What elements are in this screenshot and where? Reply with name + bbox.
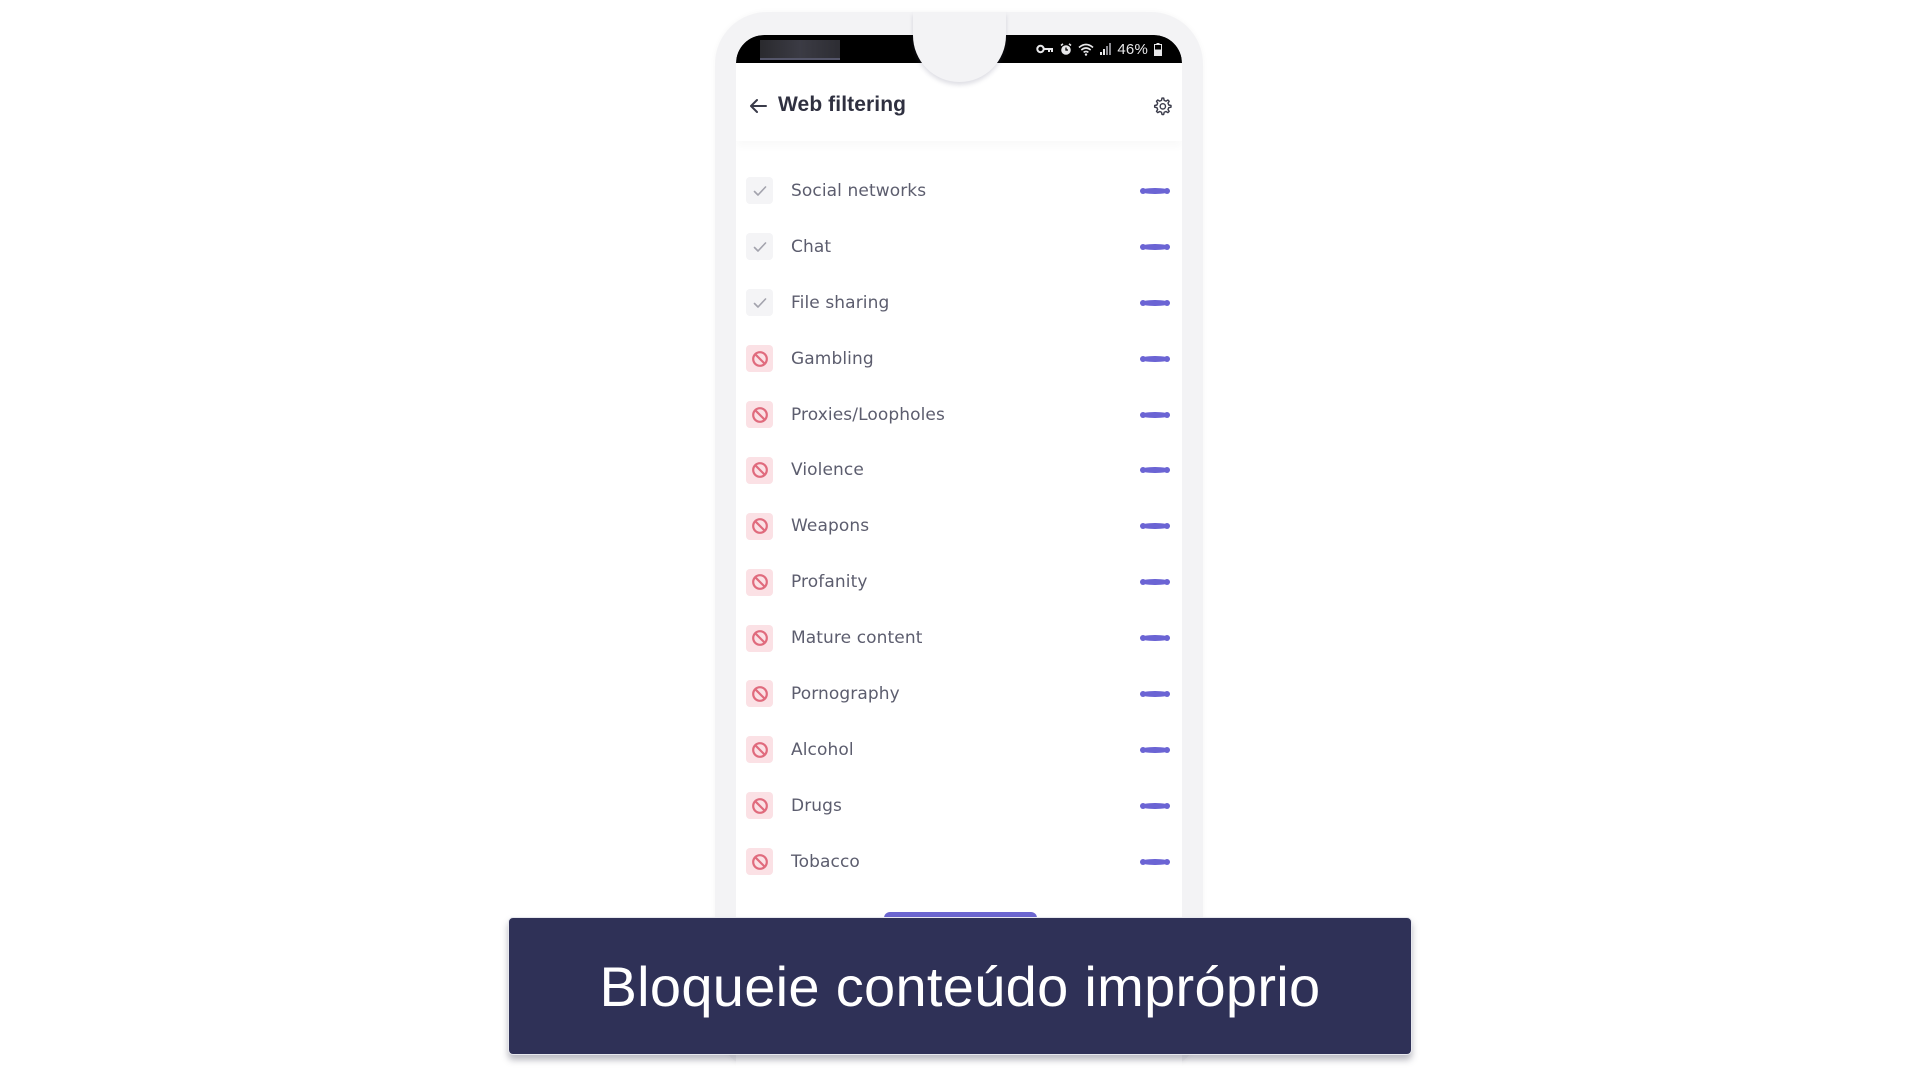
category-row[interactable]: Social networks	[736, 163, 1182, 219]
status-icons: 46%	[1036, 35, 1162, 63]
blocked-status-badge[interactable]	[746, 456, 773, 484]
more-horizontal-icon	[1140, 467, 1170, 474]
category-label: Violence	[791, 460, 864, 481]
block-icon	[751, 629, 769, 647]
vpn-key-icon	[1036, 43, 1054, 55]
more-horizontal-icon	[1140, 523, 1170, 530]
category-label: Proxies/Loopholes	[791, 404, 945, 425]
page-title: Web filtering	[778, 93, 907, 116]
more-options-button[interactable]	[1140, 296, 1170, 310]
gear-icon	[1152, 97, 1172, 120]
category-label: Profanity	[791, 572, 868, 593]
category-label: Tobacco	[791, 851, 860, 872]
status-bar-redacted-area	[760, 40, 840, 60]
category-label: Chat	[791, 236, 832, 257]
caption-banner: Bloqueie conteúdo impróprio	[508, 917, 1412, 1055]
more-horizontal-icon	[1140, 635, 1170, 642]
blocked-status-badge[interactable]	[746, 512, 773, 540]
blocked-status-badge[interactable]	[746, 736, 773, 764]
category-label: Drugs	[791, 795, 843, 816]
more-horizontal-icon	[1140, 355, 1170, 362]
block-icon	[751, 741, 769, 759]
more-options-button[interactable]	[1140, 408, 1170, 422]
check-icon	[753, 241, 767, 253]
more-horizontal-icon	[1140, 858, 1170, 865]
more-options-button[interactable]	[1140, 352, 1170, 366]
blocked-status-badge[interactable]	[746, 401, 773, 428]
category-row[interactable]: Tobacco	[736, 834, 1182, 890]
more-horizontal-icon	[1140, 243, 1170, 250]
settings-button[interactable]	[1152, 96, 1172, 116]
caption-text: Bloqueie conteúdo impróprio	[599, 954, 1321, 1018]
arrow-left-icon	[748, 99, 768, 120]
block-icon	[751, 797, 769, 815]
category-label: Gambling	[791, 348, 874, 369]
blocked-status-badge[interactable]	[746, 848, 773, 876]
more-options-button[interactable]	[1140, 855, 1170, 869]
allowed-status-badge[interactable]	[746, 289, 773, 317]
category-row[interactable]: Drugs	[736, 778, 1182, 834]
category-row[interactable]: Violence	[736, 442, 1182, 498]
signal-icon	[1100, 43, 1112, 55]
more-options-button[interactable]	[1140, 240, 1170, 254]
more-options-button[interactable]	[1140, 799, 1170, 813]
block-icon	[751, 350, 769, 368]
wifi-icon	[1078, 43, 1094, 56]
more-options-button[interactable]	[1140, 463, 1170, 477]
block-icon	[751, 517, 769, 535]
check-icon	[753, 297, 767, 309]
block-icon	[751, 853, 769, 871]
category-row[interactable]: Mature content	[736, 610, 1182, 666]
more-options-button[interactable]	[1140, 519, 1170, 533]
blocked-status-badge[interactable]	[746, 680, 773, 708]
category-row[interactable]: Weapons	[736, 498, 1182, 554]
battery-icon	[1154, 42, 1162, 56]
category-row[interactable]: Gambling	[736, 331, 1182, 387]
allowed-status-badge[interactable]	[746, 177, 773, 205]
more-options-button[interactable]	[1140, 687, 1170, 701]
category-label: Mature content	[791, 628, 923, 649]
category-row[interactable]: Alcohol	[736, 722, 1182, 778]
category-label: Alcohol	[791, 739, 854, 760]
back-button[interactable]	[748, 96, 768, 116]
more-horizontal-icon	[1140, 187, 1170, 194]
blocked-status-badge[interactable]	[746, 624, 773, 652]
blocked-status-badge[interactable]	[746, 568, 773, 596]
category-row[interactable]: Proxies/Loopholes	[736, 387, 1182, 443]
block-icon	[751, 461, 769, 479]
more-options-button[interactable]	[1140, 743, 1170, 757]
category-row[interactable]: Pornography	[736, 666, 1182, 722]
category-label: Weapons	[791, 516, 870, 537]
category-label: Pornography	[791, 683, 900, 704]
category-label: File sharing	[791, 292, 890, 313]
category-list: Social networks Chat File sharing Gambling P…	[736, 163, 1182, 890]
blocked-status-badge[interactable]	[746, 345, 773, 373]
category-label: Social networks	[791, 180, 927, 201]
more-horizontal-icon	[1140, 746, 1170, 753]
allowed-status-badge[interactable]	[746, 233, 773, 261]
battery-percent: 46%	[1117, 40, 1148, 58]
category-row[interactable]: Chat	[736, 219, 1182, 275]
block-icon	[751, 685, 769, 703]
more-horizontal-icon	[1140, 802, 1170, 809]
check-icon	[753, 185, 767, 197]
block-icon	[751, 573, 769, 591]
alarm-icon	[1060, 42, 1072, 56]
more-horizontal-icon	[1140, 299, 1170, 306]
more-horizontal-icon	[1140, 411, 1170, 418]
category-row[interactable]: File sharing	[736, 275, 1182, 331]
more-options-button[interactable]	[1140, 184, 1170, 198]
block-icon	[751, 406, 769, 424]
more-options-button[interactable]	[1140, 631, 1170, 645]
more-horizontal-icon	[1140, 579, 1170, 586]
more-options-button[interactable]	[1140, 575, 1170, 589]
more-horizontal-icon	[1140, 690, 1170, 697]
category-row[interactable]: Profanity	[736, 554, 1182, 610]
blocked-status-badge[interactable]	[746, 792, 773, 820]
